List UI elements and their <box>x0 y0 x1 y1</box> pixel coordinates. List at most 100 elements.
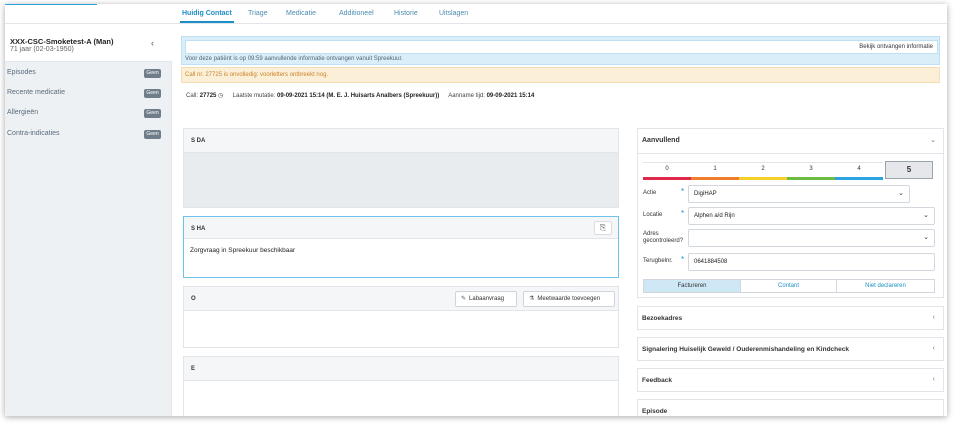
urgency-option-4[interactable]: 4 <box>835 162 883 180</box>
select-value: Alphen a/d Rijn <box>694 213 735 219</box>
count-badge: Geen <box>144 69 161 78</box>
e-textarea[interactable] <box>184 381 618 416</box>
urgency-color-bar <box>643 177 691 180</box>
urgency-label: 3 <box>809 166 813 172</box>
patient-sidebar: XXX-CSC-Smoketest-A (Man) 71 jaar (02-03… <box>5 24 172 416</box>
sha-textarea[interactable]: Zorgvraag in Spreekuur beschikbaar <box>184 239 618 277</box>
chevron-down-icon[interactable]: ⌄ <box>930 136 936 144</box>
card-header: E <box>184 357 618 381</box>
o-textarea[interactable] <box>184 311 618 347</box>
tab-triage[interactable]: Triage <box>248 10 268 17</box>
info-notification: Bekijk ontvangen informatie Voor deze pa… <box>181 36 940 65</box>
clock-icon: ◷ <box>218 93 224 99</box>
patient-age: 71 jaar (02-03-1950) <box>10 46 74 53</box>
adres-row: Adres gecontroleerd? ⌄ <box>643 229 935 247</box>
call-info-line: Call: 27725 ◷ Laatste mutatie: 09-09-202… <box>186 92 534 99</box>
terugbel-input[interactable]: 0641884508 <box>688 253 935 271</box>
actie-label: Actie <box>643 190 657 196</box>
urgency-color-bar <box>835 177 883 180</box>
tab-historie[interactable]: Historie <box>394 10 418 17</box>
chevron-left-icon: ‹ <box>932 314 935 321</box>
accordion-title: Signalering Huiselijk Geweld / Ouderenmi… <box>642 346 849 353</box>
accordion-episode[interactable]: Episode <box>637 399 944 416</box>
card-title: S DA <box>191 138 206 144</box>
info-message: Voor deze patiënt is op 09:59 aanvullend… <box>185 56 403 62</box>
aanvullend-panel: Aanvullend ⌄ 0 1 2 3 4 5 Actie * DigiHAP… <box>637 128 944 298</box>
top-accent-line <box>5 4 97 5</box>
collapse-chevron-icon[interactable]: ‹ <box>151 38 154 48</box>
urgency-color-bar <box>739 177 787 180</box>
main-content: Bekijk ontvangen informatie Voor deze pa… <box>172 24 947 416</box>
sda-textarea[interactable] <box>184 153 618 207</box>
accept-time-label: Aanname tijd: <box>448 93 485 99</box>
required-marker: * <box>681 187 685 196</box>
urgency-option-2[interactable]: 2 <box>739 162 787 180</box>
sha-text: Zorgvraag in Spreekuur beschikbaar <box>190 247 296 254</box>
locatie-row: Locatie * Alphen a/d Rijn ⌄ <box>643 207 935 225</box>
urgency-scale: 0 1 2 3 4 5 <box>643 161 933 180</box>
o-card: O ✎ Labaanvraag ⚗ Meetwaarde toevoegen <box>183 286 619 348</box>
tab-medicatie[interactable]: Medicatie <box>286 10 316 17</box>
accordion-title: Bezoekadres <box>642 315 683 322</box>
card-header: O ✎ Labaanvraag ⚗ Meetwaarde toevoegen <box>184 287 618 311</box>
sidebar-item-recente-medicatie[interactable]: Recente medicatie Geen <box>5 87 172 101</box>
sidebar-item-contra-indicaties[interactable]: Contra-indicaties Geen <box>5 128 172 142</box>
card-title: S HA <box>191 226 206 232</box>
accordion-feedback[interactable]: Feedback ‹ <box>637 368 944 392</box>
info-link-bar: Bekijk ontvangen informatie <box>185 40 938 54</box>
accordion-signalering[interactable]: Signalering Huiselijk Geweld / Ouderenmi… <box>637 337 944 361</box>
required-marker: * <box>681 255 685 264</box>
urgency-color-bar <box>787 177 835 180</box>
billing-contant[interactable]: Contant <box>740 280 836 292</box>
copy-icon[interactable]: ⎘ <box>594 221 612 235</box>
add-measurement-button[interactable]: ⚗ Meetwaarde toevoegen <box>523 291 615 307</box>
tab-uitslagen[interactable]: Uitslagen <box>439 10 468 17</box>
chevron-left-icon: ‹ <box>932 345 935 352</box>
adres-select[interactable]: ⌄ <box>688 229 935 247</box>
terugbel-row: Terugbelnr. * 0641884508 <box>643 253 935 271</box>
accordion-title: Feedback <box>642 377 672 384</box>
count-badge: Geen <box>144 130 161 139</box>
button-label: Meetwaarde toevoegen <box>537 296 601 302</box>
locatie-label: Locatie <box>643 212 663 218</box>
urgency-option-1[interactable]: 1 <box>691 162 739 180</box>
sha-card: S HA ⎘ Zorgvraag in Spreekuur beschikbaa… <box>183 216 619 278</box>
call-label: Call: <box>186 93 199 99</box>
patient-header: XXX-CSC-Smoketest-A (Man) 71 jaar (02-03… <box>5 24 172 62</box>
view-received-info-link[interactable]: Bekijk ontvangen informatie <box>859 44 933 50</box>
actie-select[interactable]: DigiHAP ⌄ <box>688 185 910 203</box>
terugbel-label: Terugbelnr. <box>643 258 673 264</box>
accordion-bezoekadres[interactable]: Bezoekadres ‹ <box>637 306 944 330</box>
tab-bar: Huidig Contact Triage Medicatie Addition… <box>5 4 947 24</box>
required-marker: * <box>681 209 685 218</box>
urgency-label: 4 <box>857 166 861 172</box>
sda-card: S DA <box>183 128 619 208</box>
sidebar-item-label: Contra-indicaties <box>7 130 60 137</box>
warning-notification: Call nr. 27725 is onvolledig: voorletter… <box>181 67 940 83</box>
urgency-color-bar <box>691 177 739 180</box>
tab-huidig-contact[interactable]: Huidig Contact <box>180 10 234 23</box>
urgency-option-3[interactable]: 3 <box>787 162 835 180</box>
mutation-value: 09-09-2021 15:14 (M. E. J. Huisarts Anal… <box>277 93 440 99</box>
urgency-option-selected[interactable]: 5 <box>885 161 933 179</box>
sidebar-item-label: Allergieën <box>7 109 39 116</box>
sidebar-item-episodes[interactable]: Episodes Geen <box>5 67 172 81</box>
urgency-label: 0 <box>665 166 669 172</box>
accept-time-value: 09-09-2021 15:14 <box>486 93 535 99</box>
card-header: S DA <box>184 129 618 153</box>
tab-additioneel[interactable]: Additioneel <box>339 10 374 17</box>
billing-niet-declareren[interactable]: Niet declareren <box>836 280 934 292</box>
warning-message: Call nr. 27725 is onvolledig: voorletter… <box>185 72 329 78</box>
billing-segmented: Factureren Contant Niet declareren <box>643 279 935 293</box>
urgency-option-0[interactable]: 0 <box>643 162 691 180</box>
urgency-label: 2 <box>761 166 765 172</box>
patient-name: XXX-CSC-Smoketest-A (Man) <box>10 37 114 46</box>
labaanvraag-button[interactable]: ✎ Labaanvraag <box>455 291 517 307</box>
locatie-select[interactable]: Alphen a/d Rijn ⌄ <box>688 207 935 225</box>
e-card: E <box>183 356 619 416</box>
actie-row: Actie * DigiHAP ⌄ <box>643 185 935 203</box>
flask-icon: ⚗ <box>529 296 535 302</box>
billing-factureren[interactable]: Factureren <box>644 280 740 292</box>
card-header: S HA ⎘ <box>184 217 618 239</box>
sidebar-item-allergieen[interactable]: Allergieën Geen <box>5 107 172 121</box>
